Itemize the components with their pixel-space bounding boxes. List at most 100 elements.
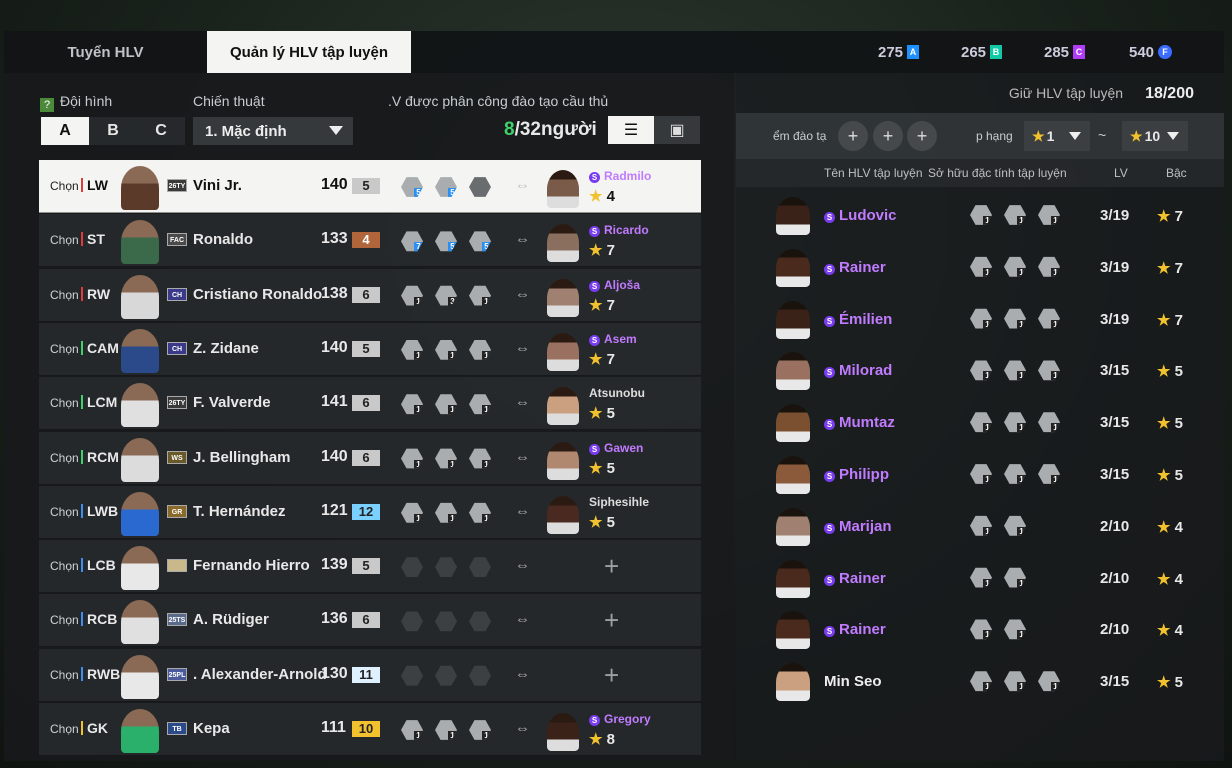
link-icon[interactable]: ⇔ [515, 720, 530, 737]
training-trait-icon: 1 [1004, 515, 1026, 536]
chevron-down-icon [1167, 132, 1179, 140]
coach-rank: ★ 7 [1157, 311, 1183, 329]
choose-label[interactable]: Chọn [50, 505, 79, 519]
coach-rank: ★ 4 [1157, 518, 1183, 536]
coach-list-item[interactable]: S Émilien 1 1 1 3/19 ★ 7 [736, 293, 1224, 345]
link-icon[interactable]: ⇔ [515, 340, 530, 357]
currency-icon: B [990, 45, 1003, 59]
training-trait-icon: 1 [401, 720, 423, 740]
coach-list-item[interactable]: S Rainer 1 1 2/10 ★ 4 [736, 603, 1224, 655]
add-coach-icon[interactable]: + [604, 660, 619, 691]
choose-label[interactable]: Chọn [50, 288, 79, 302]
coach-list-item[interactable]: S Mumtaz 1 1 1 3/15 ★ 5 [736, 396, 1224, 448]
coach-list-item[interactable]: S Philipp 1 1 1 3/15 ★ 5 [736, 448, 1224, 500]
help-icon[interactable]: ? [40, 98, 54, 112]
link-icon[interactable]: ⇔ [515, 177, 530, 194]
choose-label[interactable]: Chọn [50, 233, 79, 247]
link-icon[interactable]: ⇔ [515, 231, 530, 248]
rank-min-dropdown[interactable]: ★ 1 [1024, 121, 1090, 151]
training-trait-icon: 5 [435, 231, 457, 252]
add-slot-3-icon[interactable]: + [907, 121, 937, 151]
coach-list-item[interactable]: S Rainer 1 1 1 3/19 ★ 7 [736, 241, 1224, 293]
trait-level: 1 [414, 731, 423, 740]
link-icon[interactable]: ⇔ [515, 666, 530, 683]
player-ovr: 139 [321, 556, 348, 574]
choose-label[interactable]: Chọn [50, 613, 79, 627]
season-badge: 26TY [167, 396, 187, 410]
coach-level: 3/19 [1100, 207, 1130, 224]
link-icon[interactable]: ⇔ [515, 611, 530, 628]
star-icon: ★ [589, 513, 607, 531]
player-row[interactable]: Chọn CAM CH Z. Zidane 140 5 1 1 1 ⇔ S Asem ★ 7 [39, 322, 701, 376]
rank-max-dropdown[interactable]: ★ 10 [1122, 121, 1188, 151]
coach-rank: ★ 5 [1157, 363, 1183, 381]
training-trait-icon: 1 [401, 394, 423, 415]
player-name: Fernando Hierro [193, 557, 310, 575]
coach-name: S Aljoša [589, 278, 640, 292]
tactic-dropdown[interactable]: 1. Mặc định [193, 117, 353, 145]
star-icon: ★ [1157, 208, 1175, 225]
training-trait-icon: 1 [435, 394, 457, 415]
coach-list-item[interactable]: S Marijan 1 1 2/10 ★ 4 [736, 500, 1224, 552]
currency-value: 540 [1129, 43, 1155, 61]
add-slot-2-icon[interactable]: + [873, 121, 903, 151]
tab-manage-coach[interactable]: Quản lý HLV tập luyện [207, 31, 411, 73]
special-coach-icon: S [824, 471, 835, 482]
choose-label[interactable]: Chọn [50, 559, 79, 573]
player-avatar [121, 709, 159, 753]
player-row[interactable]: Chọn LCB Fernando Hierro 139 5 ⇔ + [39, 540, 701, 594]
star-icon: ★ [1157, 467, 1175, 484]
choose-label[interactable]: Chọn [50, 342, 79, 356]
player-ovr: 138 [321, 284, 348, 302]
coach-list-item[interactable]: S Rainer 1 1 2/10 ★ 4 [736, 552, 1224, 604]
player-row[interactable]: Chọn ST FAC Ronaldo 133 4 7 5 5 ⇔ S Ricardo ★ 7 [39, 214, 701, 268]
training-trait-icon: 1 [401, 285, 423, 306]
coach-list-item[interactable]: S Milorad 1 1 1 3/15 ★ 5 [736, 344, 1224, 396]
choose-label[interactable]: Chọn [50, 179, 79, 193]
link-icon[interactable]: ⇔ [515, 394, 530, 411]
player-name: Z. Zidane [193, 339, 259, 357]
player-row[interactable]: Chọn RW CH Cristiano Ronaldo 138 6 1 3 1 ⇔ S Aljoša… [39, 268, 701, 322]
left-panel: ? Đội hình Chiến thuật .V được phân công … [4, 73, 734, 761]
coach-avatar [547, 387, 579, 426]
link-icon[interactable]: ⇔ [515, 557, 530, 574]
player-row[interactable]: Chọn LWB GR T. Hernández 121 12 1 1 1 ⇔ Siphesihle… [39, 485, 701, 539]
coach-list-item[interactable]: S Ludovic 1 1 1 3/19 ★ 7 [736, 189, 1224, 241]
trait-level: 1 [448, 459, 457, 469]
currency-0: 275 A [878, 31, 920, 73]
coach-level: 3/15 [1100, 466, 1130, 483]
player-row[interactable]: Chọn LW 26TY Vini Jr. 140 5 5 5 ⇔ S Radmilo ★ 4 [39, 160, 701, 213]
coach-list-item[interactable]: Min Seo 1 1 1 3/15 ★ 5 [736, 655, 1224, 707]
add-slot-1-icon[interactable]: + [838, 121, 868, 151]
list-view-icon[interactable]: ☰ [608, 116, 654, 144]
player-avatar [121, 274, 159, 319]
upgrade-grade: 5 [352, 558, 380, 575]
coach-avatar [776, 559, 810, 598]
player-row[interactable]: Chọn RCB 25TS A. Rüdiger 136 6 ⇔ + [39, 594, 701, 648]
coach-avatar [776, 611, 810, 650]
training-trait-icon [435, 611, 457, 632]
player-row[interactable]: Chọn GK TB Kepa 111 10 1 1 1 ⇔ S Gregory ★ 8 [39, 703, 701, 756]
add-coach-icon[interactable]: + [604, 551, 619, 582]
player-row[interactable]: Chọn RCM WS J. Bellingham 140 6 1 1 1 ⇔ S Gawen ★ 5 [39, 431, 701, 485]
choose-label[interactable]: Chọn [50, 668, 79, 682]
coach-avatar [776, 300, 810, 339]
trait-level: 5 [448, 188, 457, 197]
add-coach-icon[interactable]: + [604, 605, 619, 636]
player-row[interactable]: Chọn LCM 26TY F. Valverde 141 6 1 1 1 ⇔ Atsunobu ★ … [39, 377, 701, 431]
formation-a-button[interactable]: A [41, 117, 89, 145]
link-icon[interactable]: ⇔ [515, 503, 530, 520]
special-coach-icon: S [824, 522, 835, 534]
choose-label[interactable]: Chọn [50, 722, 79, 736]
link-icon[interactable]: ⇔ [515, 449, 530, 466]
choose-label[interactable]: Chọn [50, 396, 79, 410]
upgrade-grade: 12 [352, 503, 380, 520]
coach-level: 2/10 [1100, 517, 1130, 535]
tab-recruit-coach[interactable]: Tuyển HLV [4, 31, 207, 73]
link-icon[interactable]: ⇔ [515, 286, 530, 303]
formation-c-button[interactable]: C [137, 117, 185, 145]
player-row[interactable]: Chọn RWB 25PL . Alexander-Arnold 130 11 ⇔ + [39, 648, 701, 702]
formation-b-button[interactable]: B [89, 117, 137, 145]
choose-label[interactable]: Chọn [50, 451, 79, 465]
field-view-icon[interactable]: ▣ [654, 116, 700, 144]
